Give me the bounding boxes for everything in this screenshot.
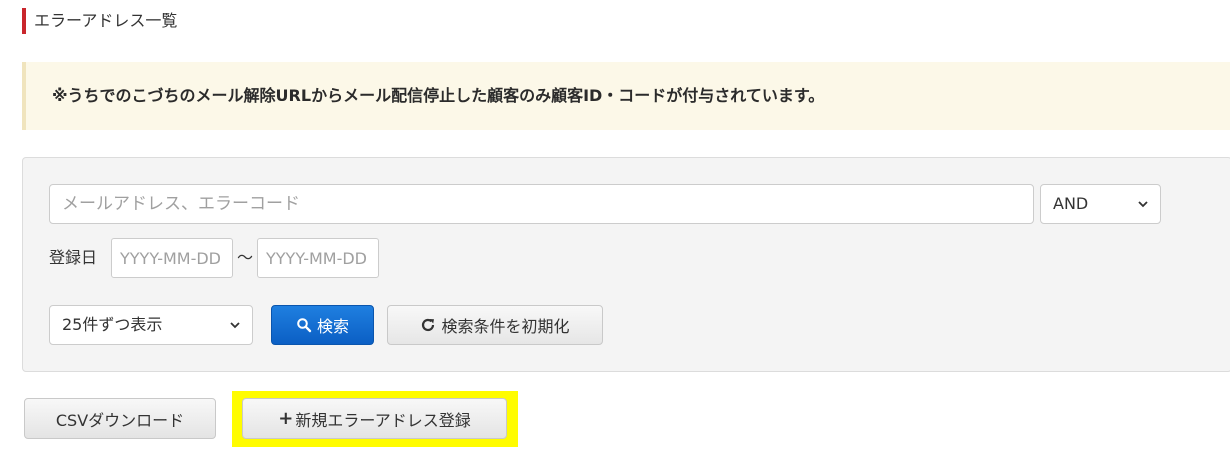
page-title: エラーアドレス一覧: [22, 8, 177, 34]
date-label: 登録日: [49, 248, 98, 267]
search-input[interactable]: [49, 184, 1034, 224]
reset-button[interactable]: 検索条件を初期化: [387, 305, 603, 345]
operator-select[interactable]: AND: [1040, 184, 1161, 224]
per-page-select-value: 25件ずつ表示: [62, 315, 163, 334]
add-error-address-button[interactable]: + 新規エラーアドレス登録: [242, 398, 507, 439]
search-panel: AND 登録日 ～ 25件ずつ表示 検索 検索条件を初期化: [22, 157, 1230, 372]
per-page-select[interactable]: 25件ずつ表示: [49, 305, 253, 345]
date-separator: ～: [237, 248, 254, 267]
csv-download-button[interactable]: CSVダウンロード: [24, 398, 216, 439]
plus-icon: +: [278, 408, 294, 429]
reset-button-label: 検索条件を初期化: [441, 317, 570, 336]
search-icon: [297, 318, 312, 333]
date-from-input[interactable]: [111, 238, 233, 278]
date-to-input[interactable]: [257, 238, 379, 278]
add-error-address-label: 新規エラーアドレス登録: [295, 410, 471, 430]
search-button[interactable]: 検索: [271, 305, 374, 345]
chevron-down-icon: [230, 322, 240, 329]
notice-banner: ※うちでのこづちのメール解除URLからメール配信停止した顧客のみ顧客ID・コード…: [22, 62, 1230, 130]
operator-select-value: AND: [1053, 194, 1089, 213]
search-button-label: 検索: [316, 317, 349, 336]
csv-download-label: CSVダウンロード: [55, 410, 185, 430]
refresh-icon: [422, 318, 435, 332]
chevron-down-icon: [1138, 201, 1148, 208]
